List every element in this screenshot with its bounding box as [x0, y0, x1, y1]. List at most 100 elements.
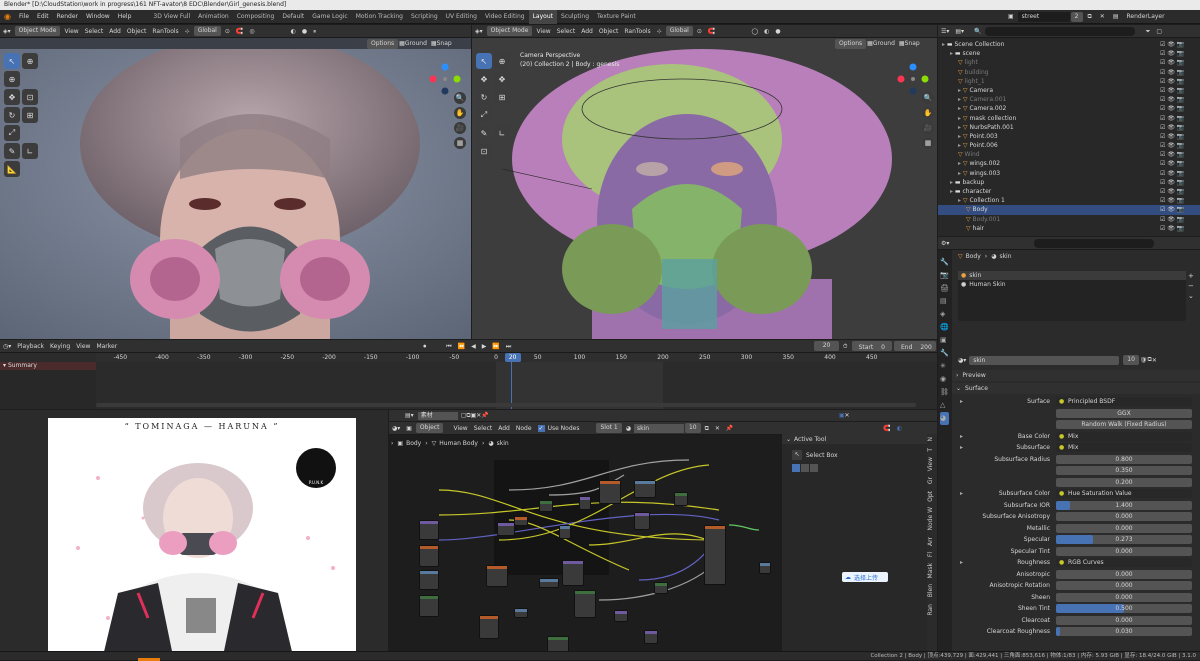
- workspace-tab-uv-editing[interactable]: UV Editing: [442, 10, 481, 24]
- exclude-checkbox-icon[interactable]: ☑: [1160, 87, 1165, 94]
- exclude-checkbox-icon[interactable]: ☑: [1160, 59, 1165, 66]
- record-icon[interactable]: ⏺: [420, 340, 429, 353]
- exclude-checkbox-icon[interactable]: ☑: [1160, 151, 1165, 158]
- shader-node[interactable]: [559, 525, 571, 539]
- ground-label[interactable]: Ground: [405, 40, 427, 47]
- select-box-icon[interactable]: ↖: [792, 450, 802, 460]
- measure-tool-icon[interactable]: 📐: [4, 161, 20, 177]
- exclude-checkbox-icon[interactable]: ☑: [1160, 115, 1165, 122]
- tl-menu-marker[interactable]: Marker: [93, 340, 120, 353]
- particles-tab-icon[interactable]: ✳: [940, 360, 949, 373]
- physics-tab-icon[interactable]: ◉: [940, 373, 949, 386]
- world-tab-icon[interactable]: 🌐: [940, 321, 949, 334]
- property-value-field[interactable]: 0.000: [1056, 615, 1192, 625]
- slot-specials-icon[interactable]: ⌄: [1188, 291, 1194, 301]
- property-value-field[interactable]: 0.000: [1056, 546, 1192, 556]
- visibility-eye-icon[interactable]: 👁: [1167, 124, 1175, 131]
- add-cube-icon[interactable]: ⊡: [476, 143, 492, 159]
- exclude-checkbox-icon[interactable]: ☑: [1160, 41, 1165, 48]
- property-socket-link[interactable]: ● Mix: [1056, 431, 1192, 441]
- pivot-icon[interactable]: ⊙: [222, 25, 233, 38]
- workspace-tab-sculpting[interactable]: Sculpting: [557, 10, 593, 24]
- timeline-scrollbar[interactable]: [96, 403, 916, 407]
- outliner-row[interactable]: ▸ ▽ NurbsPath.001 ☑ 👁 📷: [938, 123, 1200, 132]
- render-camera-icon[interactable]: 📷: [1177, 225, 1184, 232]
- surface-panel-label[interactable]: Surface: [965, 385, 988, 392]
- visibility-eye-icon[interactable]: 👁: [1167, 142, 1175, 149]
- move-tool-icon-r[interactable]: ✥: [476, 71, 492, 87]
- current-frame-field[interactable]: 20: [814, 341, 839, 351]
- ne-unlink-icon[interactable]: ✕: [712, 422, 723, 435]
- property-value-field[interactable]: 0.000: [1056, 581, 1192, 590]
- material-name-field[interactable]: skin: [969, 355, 1120, 365]
- socket-expand-icon[interactable]: ▸: [960, 443, 963, 453]
- shading-solid-icon[interactable]: ◐: [288, 25, 299, 38]
- material-users[interactable]: 10: [1123, 355, 1139, 365]
- annotate-tool-icon[interactable]: ✎: [4, 143, 20, 159]
- cursor-tool-icon-r[interactable]: ⊕: [494, 53, 510, 69]
- visibility-eye-icon[interactable]: 👁: [1167, 160, 1175, 167]
- pivot-icon-r[interactable]: ⊙: [694, 25, 705, 38]
- menu-window[interactable]: Window: [82, 10, 114, 24]
- exclude-checkbox-icon[interactable]: ☑: [1160, 170, 1165, 177]
- shader-node[interactable]: [514, 608, 528, 618]
- exclude-checkbox-icon[interactable]: ☑: [1160, 50, 1165, 57]
- move-tool-icon-r2[interactable]: ✥: [494, 71, 510, 87]
- overlay-node-icon[interactable]: ◐: [894, 422, 905, 435]
- shader-node[interactable]: [674, 492, 688, 506]
- property-value-field[interactable]: 0.200: [1056, 477, 1192, 487]
- select-tool-icon-r[interactable]: ↖: [476, 53, 492, 69]
- outliner-row[interactable]: ▽ building ☑ 👁 📷: [938, 68, 1200, 77]
- shader-node[interactable]: [419, 570, 439, 590]
- property-value-field[interactable]: 0.030: [1056, 627, 1192, 636]
- shader-node[interactable]: [479, 615, 499, 639]
- render-camera-icon[interactable]: 📷: [1177, 115, 1184, 122]
- orientation-select-r[interactable]: Global: [665, 26, 693, 36]
- shading-rendered-icon-r[interactable]: ●: [772, 25, 783, 38]
- render-camera-icon[interactable]: 📷: [1177, 151, 1184, 158]
- scale-tool-icon[interactable]: ⤢: [4, 125, 20, 141]
- use-nodes-checkbox[interactable]: ✓: [537, 424, 545, 432]
- options-button-r[interactable]: Options: [835, 38, 867, 49]
- cursor-tool-icon-2[interactable]: ⊕: [22, 53, 38, 69]
- render-camera-icon[interactable]: 📷: [1177, 179, 1184, 186]
- ne-menu-node[interactable]: Node: [513, 422, 535, 435]
- ne-material-users[interactable]: 10: [684, 423, 701, 433]
- vp-r-menu-select[interactable]: Select: [554, 25, 579, 38]
- rotate-tool-icon[interactable]: ↻: [4, 107, 20, 123]
- measure-icon[interactable]: ∟: [22, 143, 38, 159]
- visibility-eye-icon[interactable]: 👁: [1167, 59, 1175, 66]
- ground-label-r[interactable]: Ground: [873, 40, 895, 47]
- shading-wire-icon[interactable]: ◯: [748, 25, 761, 38]
- exclude-checkbox-icon[interactable]: ☑: [1160, 179, 1165, 186]
- property-socket-link[interactable]: ● Hue Saturation Value: [1056, 489, 1192, 498]
- viewport-right[interactable]: ◈▾ Object Mode View Select Add Object Ra…: [472, 25, 937, 339]
- timeline-summary-row[interactable]: ▾ Summary: [0, 362, 96, 370]
- rotate-tool-icon-r[interactable]: ↻: [476, 89, 492, 105]
- shader-node[interactable]: [599, 480, 621, 504]
- remove-slot-icon[interactable]: −: [1188, 281, 1194, 291]
- visibility-eye-icon[interactable]: 👁: [1167, 197, 1175, 204]
- snap-node-icon[interactable]: 🧲: [880, 422, 893, 435]
- outliner-row[interactable]: ▸ ▽ Point.006 ☑ 👁 📷: [938, 141, 1200, 150]
- exclude-checkbox-icon[interactable]: ☑: [1160, 142, 1165, 149]
- socket-expand-icon[interactable]: ▸: [960, 489, 963, 499]
- annotate-tool-icon-r[interactable]: ✎: [476, 125, 492, 141]
- vp-r-menu-add[interactable]: Add: [578, 25, 596, 38]
- new-collection-icon[interactable]: ▢: [1153, 25, 1165, 38]
- blender-logo-icon[interactable]: ◉: [0, 10, 15, 24]
- exclude-checkbox-icon[interactable]: ☑: [1160, 206, 1165, 213]
- material-tab-icon[interactable]: ◕: [940, 412, 949, 425]
- exclude-checkbox-icon[interactable]: ☑: [1160, 96, 1165, 103]
- next-key-icon[interactable]: ⏩: [489, 340, 502, 353]
- render-camera-icon[interactable]: 📷: [1177, 160, 1184, 167]
- play-icon[interactable]: ▶: [479, 340, 490, 353]
- workspace-tab-scripting[interactable]: Scripting: [407, 10, 442, 24]
- render-camera-icon[interactable]: 📷: [1177, 124, 1184, 131]
- shader-node[interactable]: [634, 480, 656, 498]
- scene-tab-icon[interactable]: ◈: [940, 308, 949, 321]
- outliner-row[interactable]: ▸ ▽ mask collection ☑ 👁 📷: [938, 114, 1200, 123]
- sidebar-tab[interactable]: View: [927, 454, 937, 474]
- render-camera-icon[interactable]: 📷: [1177, 188, 1184, 195]
- mode-select[interactable]: Object Mode: [14, 26, 61, 36]
